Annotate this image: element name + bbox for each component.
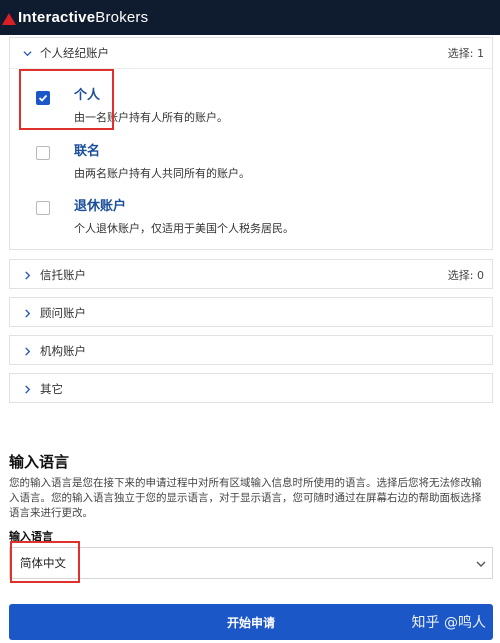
language-section-title: 输入语言 (9, 453, 70, 471)
option-title: 联名 (74, 144, 101, 159)
option-desc: 个人退休账户，仅适用于美国个人税务居民。 (74, 222, 294, 235)
panel-individual-header[interactable]: 个人经纪账户 选择: 1 (10, 38, 492, 68)
option-title: 退休账户 (74, 199, 127, 214)
watermark: 知乎 @鸣人 (411, 615, 486, 631)
selection-count: 选择: 0 (447, 269, 484, 282)
panel-trust-header[interactable]: 信托账户 选择: 0 (10, 260, 492, 290)
panel-other-header[interactable]: 其它 (10, 374, 492, 404)
panel-title: 个人经纪账户 (40, 46, 109, 60)
panel-advisor-header[interactable]: 顾问账户 (10, 298, 492, 328)
checkbox-retirement[interactable] (36, 201, 50, 215)
top-bar: InteractiveBrokers (0, 0, 500, 35)
checkbox-joint[interactable] (36, 146, 50, 160)
highlight-box (19, 69, 114, 130)
option-desc: 由两名账户持有人共同所有的账户。 (74, 167, 250, 180)
panel-institution-header[interactable]: 机构账户 (10, 336, 492, 366)
panel-advisor[interactable]: 顾问账户 (9, 297, 493, 327)
panel-title: 机构账户 (40, 344, 86, 358)
language-select[interactable]: 简体中文 (9, 547, 493, 579)
chevron-down-icon (476, 561, 486, 567)
chevron-right-icon (20, 344, 34, 358)
chevron-down-icon (20, 46, 34, 60)
panel-other[interactable]: 其它 (9, 373, 493, 403)
panel-trust[interactable]: 信托账户 选择: 0 (9, 259, 493, 289)
panel-title: 其它 (40, 382, 63, 396)
chevron-right-icon (20, 306, 34, 320)
panel-title: 信托账户 (40, 268, 86, 282)
selection-count: 选择: 1 (447, 47, 484, 60)
brand-logo[interactable]: InteractiveBrokers (18, 9, 148, 26)
panel-title: 顾问账户 (40, 306, 86, 320)
chevron-right-icon (20, 268, 34, 282)
option-retirement[interactable]: 退休账户 个人退休账户，仅适用于美国个人税务居民。 (74, 195, 294, 236)
highlight-box (10, 541, 80, 583)
language-section-desc: 您的输入语言是您在接下来的申请过程中对所有区域输入信息时所使用的语言。选择后您将… (9, 477, 482, 519)
chevron-right-icon (20, 382, 34, 396)
panel-institution[interactable]: 机构账户 (9, 335, 493, 365)
option-joint[interactable]: 联名 由两名账户持有人共同所有的账户。 (74, 140, 250, 181)
ib-logo-icon (2, 11, 16, 25)
